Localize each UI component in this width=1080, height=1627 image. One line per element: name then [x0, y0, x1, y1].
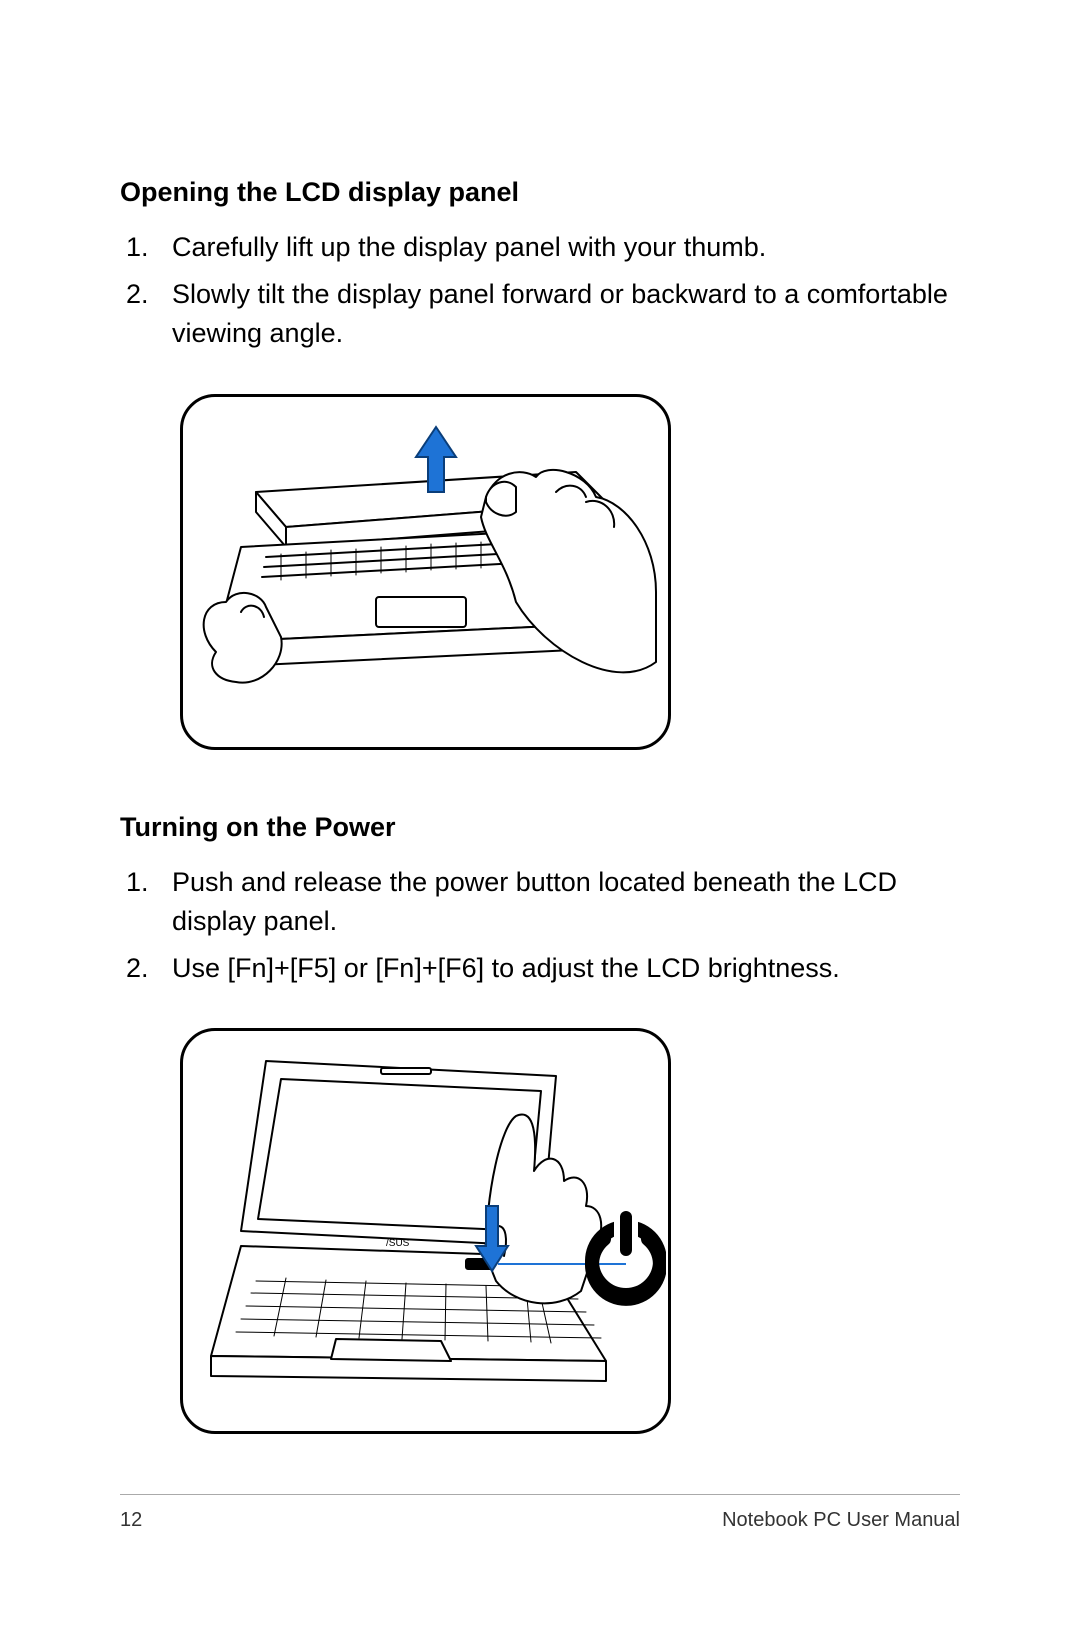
manual-page: Opening the LCD display panel Carefully … — [0, 0, 1080, 1627]
section-heading-open-lcd: Opening the LCD display panel — [120, 175, 960, 210]
list-item: Push and release the power button locate… — [172, 863, 960, 941]
steps-open-lcd: Carefully lift up the display panel with… — [120, 228, 960, 353]
laptop-power-icon: /SUS — [186, 1031, 666, 1431]
laptop-open-icon — [186, 402, 666, 742]
doc-title: Notebook PC User Manual — [722, 1509, 960, 1532]
illustration-open-lcd — [180, 394, 671, 750]
list-item: Use [Fn]+[F5] or [Fn]+[F6] to adjust the… — [172, 949, 960, 988]
list-item: Carefully lift up the display panel with… — [172, 228, 960, 267]
page-footer: 12 Notebook PC User Manual — [120, 1494, 960, 1532]
list-item: Slowly tilt the display panel forward or… — [172, 275, 960, 353]
page-number: 12 — [120, 1509, 142, 1532]
steps-power-on: Push and release the power button locate… — [120, 863, 960, 988]
section-heading-power-on: Turning on the Power — [120, 810, 960, 845]
illustration-power-on: /SUS — [180, 1028, 671, 1434]
svg-text:/SUS: /SUS — [386, 1238, 410, 1249]
